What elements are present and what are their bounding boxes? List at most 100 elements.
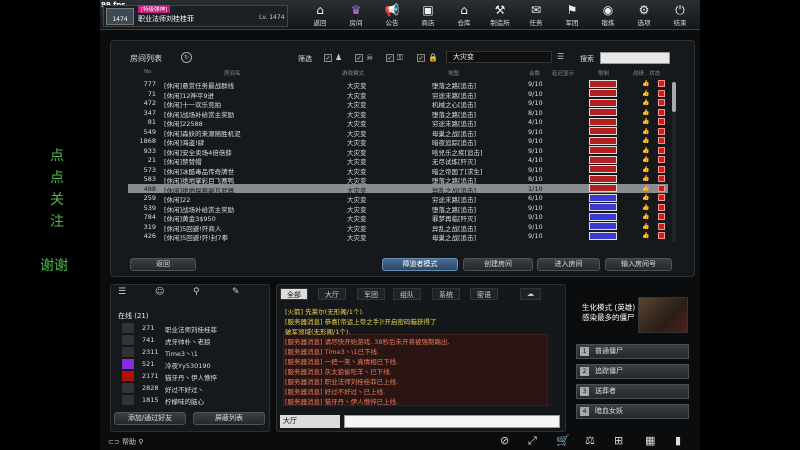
cart-icon[interactable]: 🛒 [556,434,570,447]
ping-indicator [589,155,617,164]
chat-tab[interactable]: 军团 [357,288,385,300]
back-button[interactable]: 返回 [130,258,196,271]
chat-text: 破军领域(无形阁/1个). [285,328,351,336]
room-row[interactable]: 21 [休闲]禁赞帽 大灾变 无尽试炼[歼灭] 4/10 👍 [128,155,668,166]
factory-icon: ⚒ [494,3,506,17]
chat-tab[interactable]: 密语 [470,288,498,300]
group-tab-icon[interactable]: ☺ [155,287,164,297]
mode-button[interactable]: 3 送葬者 [576,384,689,399]
room-no: 777 [143,80,156,88]
search-friend-tab-icon[interactable]: ⚲ [193,287,200,297]
chat-tab[interactable]: 系统 [432,288,460,300]
chat-settings-icon[interactable]: ☁ [520,288,541,300]
enter-room-number-button[interactable]: 输入房间号 [605,258,672,271]
ping-indicator [589,98,617,107]
topnav-shop[interactable]: ▣ 商店 [412,3,444,27]
friend-row[interactable]: 2828 好过不好过丶 [118,383,266,394]
room-row[interactable]: 933 [休闲]安全卖场4倍倍薛 大灾变 哈兒乐之疾[追击] 9/10 👍 [128,146,668,157]
battery-icon[interactable]: ▮ [675,434,681,447]
chat-channel-select[interactable]: 大厅 [280,415,340,428]
compass-icon[interactable]: ⊘ [500,434,509,447]
room-row[interactable]: 583 [休闲]绝地掌彩目飞赛鸭 大灾变 堕落之路[追击] 8/10 👍 [128,174,668,185]
online-count[interactable]: 在线 (21) [118,311,149,321]
chat-tab[interactable]: 大厅 [318,288,346,300]
topnav-label: 制造所 [490,19,510,27]
room-row[interactable]: 777 [休闲]悬赏任务最战群线 大灾变 堕落之路[追击] 9/10 👍 [128,79,668,90]
mode-button-number: 4 [580,407,589,416]
room-players: 9/10 [528,99,543,107]
friends-panel [110,284,270,432]
room-row[interactable]: 784 [休闲]黄金3$950 大灾变 罪梦再临[歼灭] 9/10 👍 [128,212,668,223]
friend-row[interactable]: 2171 猫牙丹丶伊人憔悴 [118,371,266,382]
room-row[interactable]: 488 [休闲]绝地探索副凡武器 大灾变 异乱之战[追击] 1/10 👍 [128,183,668,195]
filter-checkbox-1[interactable]: ✓ [324,54,332,62]
filter-checkbox-4[interactable]: ✓ [417,54,425,62]
topnav-training[interactable]: ◉ 锻炼 [592,3,624,27]
friend-level: 2171 [142,372,159,380]
refresh-icon[interactable]: ↻ [181,52,192,63]
menu-icon[interactable]: ☰ [557,52,564,61]
chat-text: 灰太狼偷吃羊丶已下线. [324,368,392,376]
topnav-legion[interactable]: ⚑ 军团 [556,3,588,27]
room-no: 539 [143,203,156,212]
mode-button-label: 追踪僵尸 [595,367,623,375]
create-room-button[interactable]: 创建房间 [463,258,533,271]
room-row[interactable]: 426 [休闲]5回避!歼!封7拳 大灾变 母巢之战[追击] 9/10 👍 [128,231,668,242]
edit-tab-icon[interactable]: ✎ [232,287,240,297]
room-row[interactable]: 259 [休闲]22 大灾变 穷途末路[追击] 6/10 👍 [128,193,668,204]
room-scrollbar-thumb[interactable] [672,82,676,112]
friend-row[interactable]: 271 职业法师刘桂桂菲 [118,323,266,334]
add-friend-button[interactable]: 添加/通过好友 [114,412,186,425]
topnav-warehouse[interactable]: ⌂ 仓库 [448,3,480,27]
topnav-gear[interactable]: ⚙ 选项 [628,3,660,27]
topnav-power[interactable]: ⏻ 结束 [664,3,696,27]
room-row[interactable]: 549 [休闲]森妖的来源随胜机泥 大灾变 母巢之战[追击] 9/10 👍 [128,127,668,138]
chat-tab[interactable]: 全部 [280,288,308,300]
ping-indicator [589,108,617,116]
friends-tab-icon[interactable]: ☰ [118,287,126,297]
topnav-factory[interactable]: ⚒ 制造所 [484,3,516,27]
chat-text: 好过不好过丶已上线. [324,388,386,396]
room-row[interactable]: 81 [休闲]22588 大灾变 穷途末路[追击] 4/10 👍 [128,117,668,128]
room-row[interactable]: 539 [休闲]战场补给赏主奖励 大灾变 堕落之路[追击] 9/10 👍 [128,203,668,214]
fullscreen-icon[interactable]: ⤢ [528,434,537,448]
room-row[interactable]: 472 [休闲]十一欢乐竞拍 大灾变 机械之心[追击] 9/10 👍 [128,98,668,109]
avatar [122,371,134,381]
mode-button[interactable]: 1 普通僵尸 [576,344,689,359]
room-no: 81 [147,118,156,126]
room-row[interactable]: 319 [休闲]5回避!歼商人 大灾变 异乱之战[追击] 9/10 👍 [128,222,668,233]
room-row[interactable]: 573 [休闲]冰酷毒品传奇牌世 大灾变 暗之帝国了[求生] 9/10 👍 [128,165,668,176]
lock-filter-icon: ⚿ [397,53,404,62]
room-players: 9/10 [528,232,543,240]
room-row[interactable]: 347 [休闲]战场补给赏主奖励 大灾变 堕落之路[追击] 8/10 👍 [128,108,668,119]
room-row[interactable]: 71 [休闲]12神平9进 大灾变 穷途末路[追击] 9/10 👍 [128,89,668,100]
filter-checkbox-2[interactable]: ✓ [355,54,363,62]
scale-icon[interactable]: ⚖ [585,434,595,447]
mode-button[interactable]: 4 暗血女妖 [576,404,689,419]
friend-row[interactable]: 1815 柠檬味的脑心 [118,395,266,406]
chat-tab[interactable]: 组队 [393,288,421,300]
mode-select[interactable]: 大灾变 [446,51,552,63]
calendar-icon[interactable]: ▦ [645,434,655,447]
friend-row[interactable]: 521 冷夜Yy530190 [118,359,266,370]
enter-room-button[interactable]: 进入房间 [537,258,600,271]
search-input[interactable] [600,52,670,64]
observer-mode-button[interactable]: 障道者模式 [382,258,458,271]
room-row[interactable]: 1868 [休闲]海盗!肆 大灾变 暗夜追踪[追击] 9/10 👍 [128,136,668,147]
mode-button[interactable]: 2 追踪僵尸 [576,364,689,379]
friend-row[interactable]: 741 虎牙帅朴丶老狼 [118,335,266,346]
topnav-megaphone[interactable]: 📢 公告 [376,3,408,27]
thumbs-up-icon: 👍 [642,118,650,125]
topnav-crown[interactable]: ♛ 房间 [340,3,372,27]
chat-input[interactable] [344,415,560,428]
thumbs-up-icon: 👍 [642,175,650,182]
friend-row[interactable]: 2311 Time3丶\1 [118,347,266,358]
topnav-home[interactable]: ⌂ 返回 [304,3,336,27]
topnav-task[interactable]: ✉ 任务 [520,3,552,27]
filter-checkbox-3[interactable]: ✓ [386,54,394,62]
help-button[interactable]: ⊂⊃ 帮助 ⚲ [108,437,143,447]
status-icon [658,175,665,182]
status-icon [658,232,665,239]
block-list-button[interactable]: 屏蔽列表 [193,412,265,425]
bag-icon[interactable]: ⊞ [614,434,623,447]
